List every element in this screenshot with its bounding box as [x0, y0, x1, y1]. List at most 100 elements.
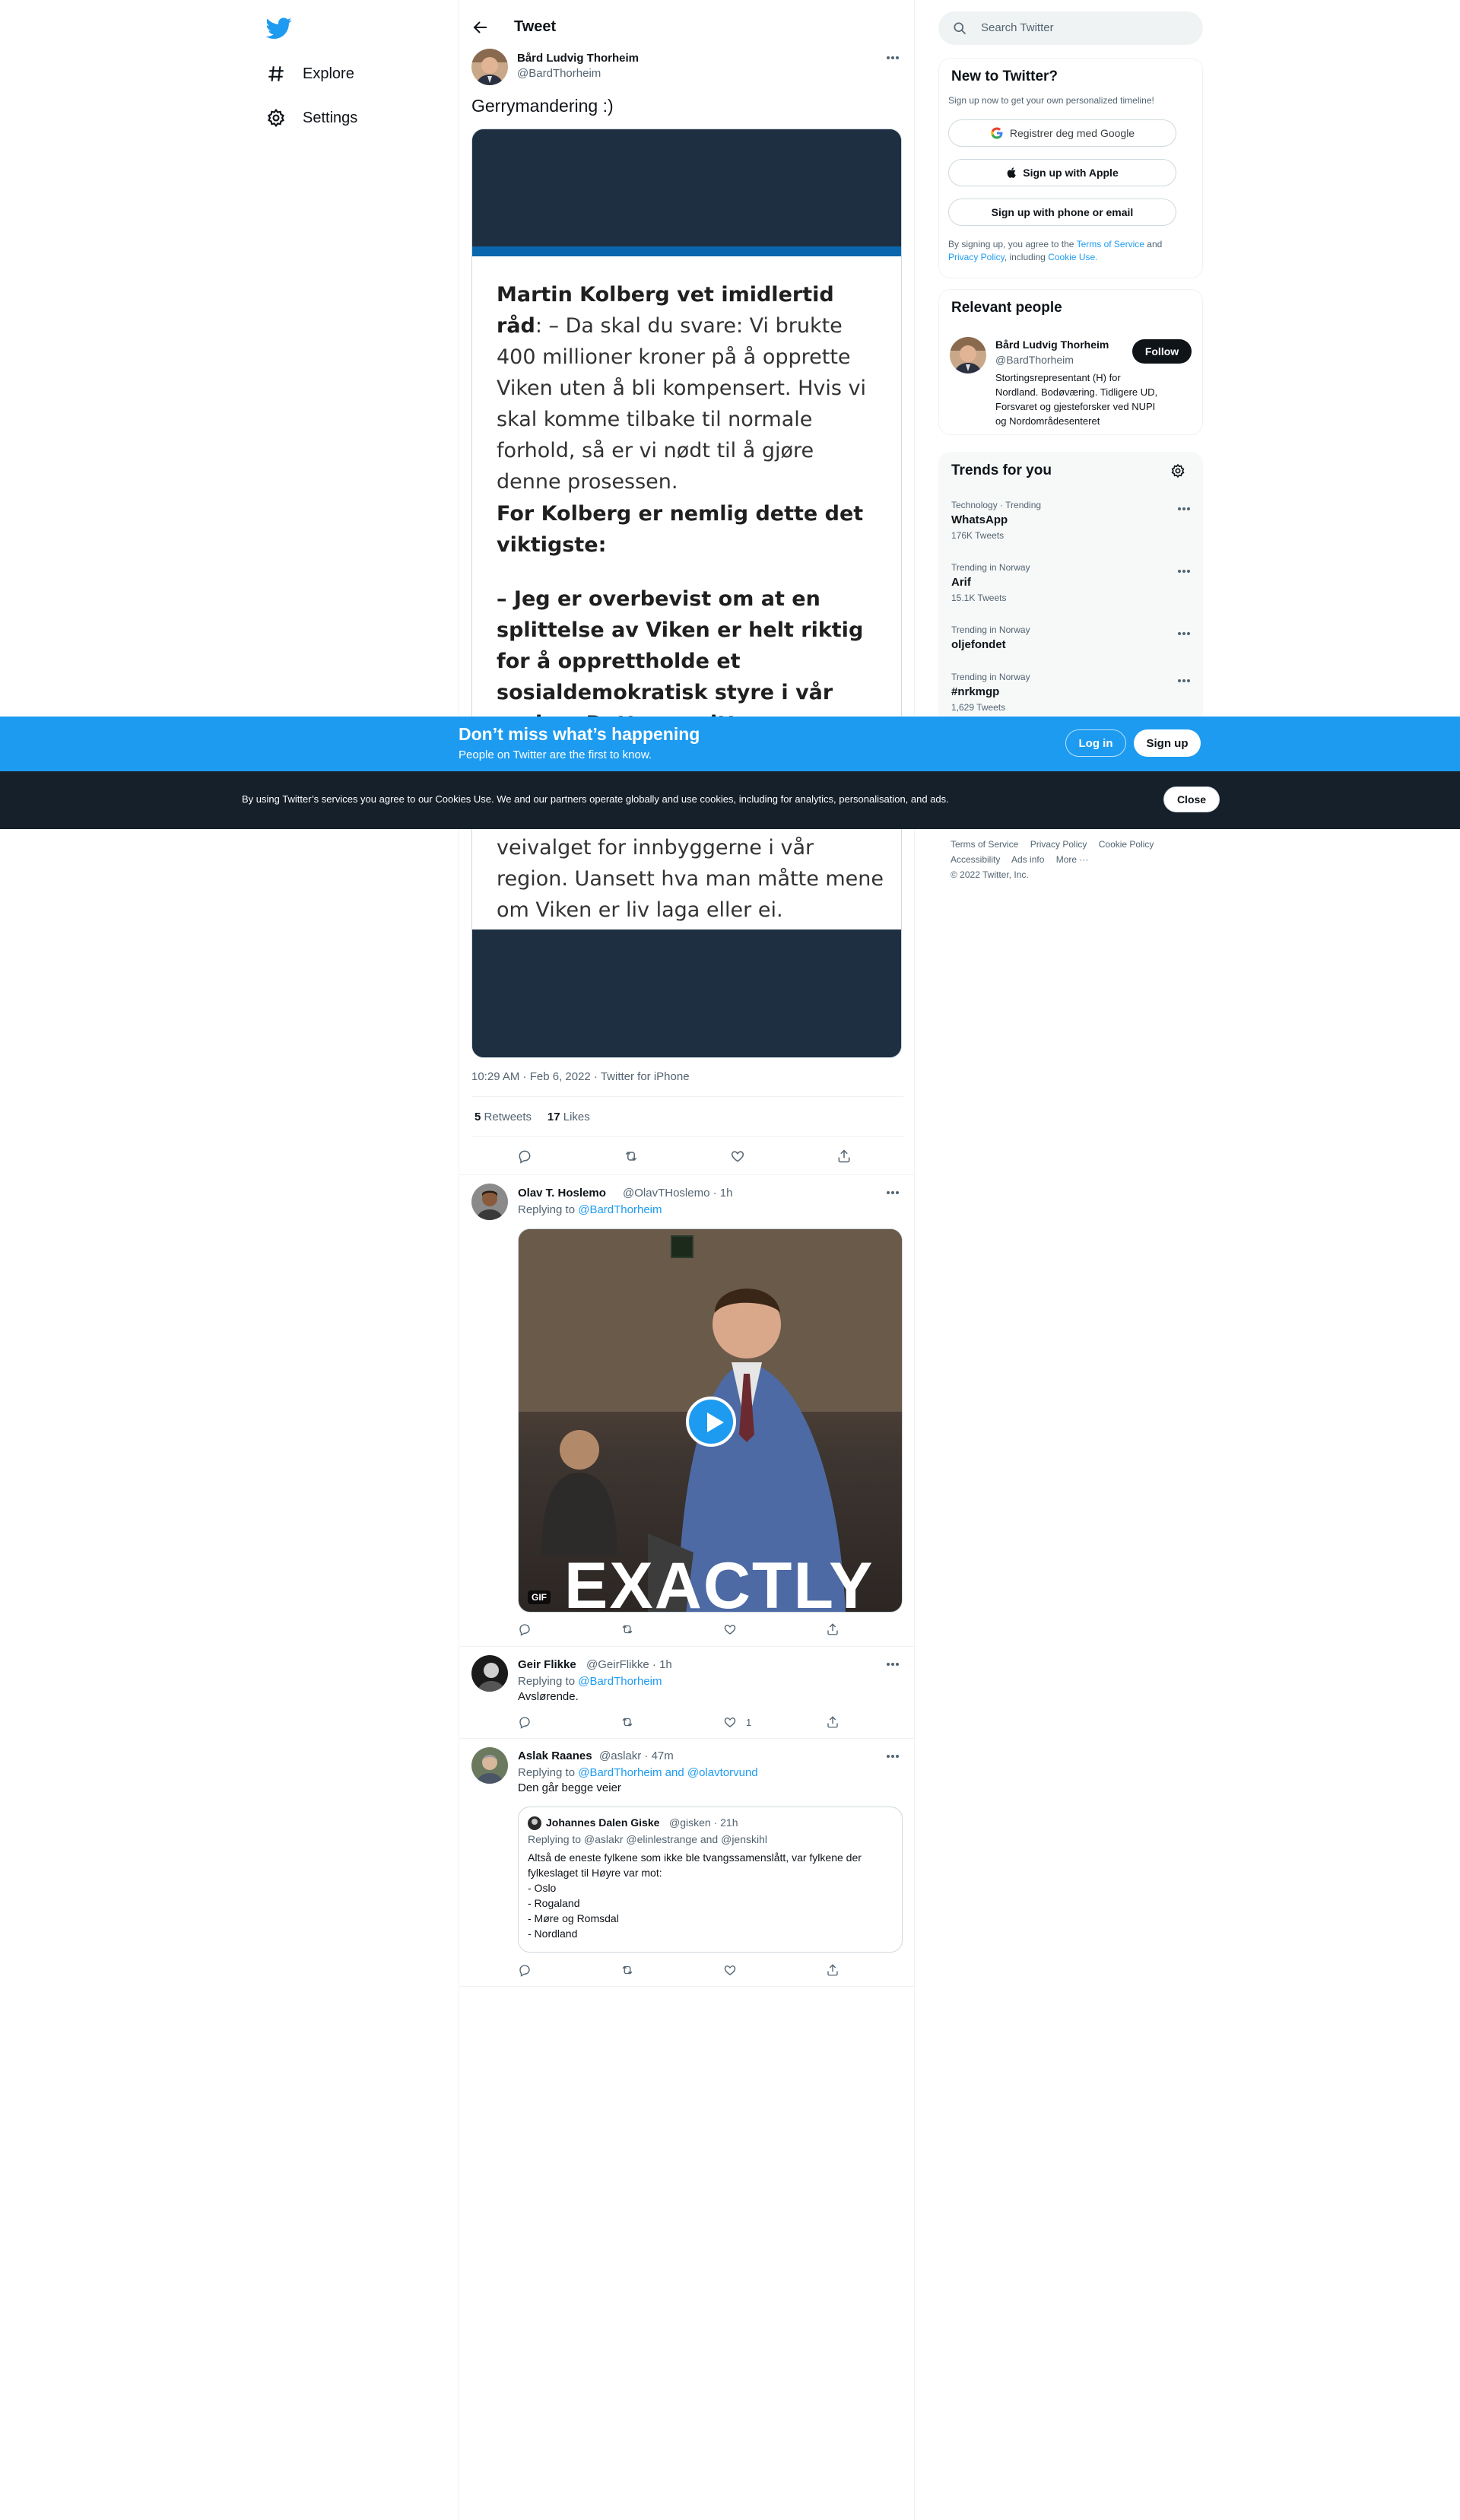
- phone-email-signup-button[interactable]: Sign up with phone or email: [948, 199, 1176, 226]
- nav-settings[interactable]: Settings: [266, 99, 357, 137]
- reply-avatar[interactable]: [471, 1747, 508, 1784]
- like-icon[interactable]: [730, 1147, 745, 1165]
- google-signup-button[interactable]: Registrer deg med Google: [948, 119, 1176, 147]
- footer-accessibility-link[interactable]: Accessibility: [951, 854, 1000, 865]
- nav-explore-label: Explore: [303, 65, 354, 82]
- author-name[interactable]: Bård Ludvig Thorheim: [517, 52, 639, 65]
- trend-category: Trending in Norway: [951, 672, 1030, 682]
- gif-badge: GIF: [528, 1590, 551, 1604]
- reply-icon[interactable]: [518, 1713, 532, 1731]
- reply-icon[interactable]: [518, 1620, 532, 1638]
- article-paragraph-2: For Kolberg er nemlig dette det viktigst…: [497, 502, 864, 557]
- trend-category: Trending in Norway: [951, 562, 1030, 573]
- author-handle[interactable]: @BardThorheim: [517, 67, 601, 80]
- search-input[interactable]: Search Twitter: [981, 21, 1054, 34]
- quote-author-name: Johannes Dalen Giske: [546, 1816, 660, 1829]
- privacy-link[interactable]: Privacy Policy: [948, 252, 1005, 262]
- like-icon[interactable]: [723, 1620, 737, 1638]
- footer-more-link[interactable]: More ···: [1056, 854, 1089, 865]
- quoted-tweet[interactable]: Johannes Dalen Giske @gisken · 21h Reply…: [518, 1807, 903, 1953]
- terms-notice: By signing up, you agree to the Terms of…: [948, 239, 1163, 262]
- article-paragraph-1: Martin Kolberg vet imidlertid råd: – Da …: [497, 283, 867, 494]
- share-icon[interactable]: [836, 1147, 852, 1165]
- quote-text-line: Altså de eneste fylkene som ikke ble tva…: [528, 1851, 862, 1864]
- share-icon[interactable]: [826, 1713, 840, 1731]
- search-box[interactable]: Search Twitter: [938, 11, 1203, 45]
- trend-count: 1,629 Tweets: [951, 702, 1006, 713]
- reply-gif[interactable]: EXACTLY GIF: [518, 1228, 903, 1613]
- page-title: Tweet: [514, 18, 557, 35]
- more-options-icon[interactable]: [1175, 624, 1193, 643]
- login-button[interactable]: Log in: [1065, 729, 1126, 757]
- relevant-person-handle[interactable]: @BardThorheim: [995, 354, 1074, 366]
- relevant-person-name[interactable]: Bård Ludvig Thorheim: [995, 338, 1109, 351]
- author-avatar[interactable]: [471, 49, 508, 85]
- follow-button[interactable]: Follow: [1132, 339, 1192, 364]
- reply-avatar[interactable]: [471, 1655, 508, 1692]
- apple-signup-button[interactable]: Sign up with Apple: [948, 159, 1176, 186]
- nav-settings-label: Settings: [303, 109, 358, 126]
- footer-privacy-link[interactable]: Privacy Policy: [1030, 839, 1087, 850]
- more-options-icon[interactable]: [884, 1655, 902, 1673]
- tweet-stats: 5 Retweets 17 Likes: [474, 1111, 590, 1123]
- more-options-icon[interactable]: [1175, 562, 1193, 580]
- relevant-person-avatar[interactable]: [950, 337, 986, 373]
- twitter-logo-icon[interactable]: [265, 15, 292, 41]
- quote-text-line: - Rogaland: [528, 1897, 580, 1909]
- retweet-icon[interactable]: [620, 1961, 634, 1979]
- quote-text-line: - Møre og Romsdal: [528, 1912, 619, 1924]
- reply-avatar[interactable]: [471, 1184, 508, 1220]
- replying-to-link[interactable]: @BardThorheim and @olavtorvund: [578, 1766, 757, 1779]
- reply-handle[interactable]: @OlavTHoslemo · 1h: [623, 1187, 732, 1200]
- signup-button[interactable]: Sign up: [1134, 729, 1201, 757]
- reply-author-name[interactable]: Aslak Raanes: [518, 1749, 592, 1762]
- nav-explore[interactable]: Explore: [266, 55, 354, 93]
- retweet-icon[interactable]: [620, 1713, 634, 1731]
- signup-banner-subtitle: People on Twitter are the first to know.: [459, 748, 652, 761]
- gear-icon[interactable]: [1170, 463, 1185, 478]
- divider: [471, 1136, 903, 1137]
- cookie-use-link[interactable]: Cookie Use.: [1048, 252, 1097, 262]
- reply-author-name[interactable]: Geir Flikke: [518, 1658, 576, 1671]
- quote-text-line: - Oslo: [528, 1882, 557, 1894]
- divider: [459, 1738, 916, 1739]
- share-icon[interactable]: [826, 1961, 840, 1979]
- back-arrow-icon[interactable]: [471, 18, 490, 37]
- image-accent-line: [472, 246, 901, 256]
- footer-ads-link[interactable]: Ads info: [1011, 854, 1044, 865]
- panel-title: Trends for you: [951, 462, 1052, 478]
- replying-to-link[interactable]: @BardThorheim: [578, 1675, 662, 1688]
- reply-handle[interactable]: @aslakr · 47m: [599, 1749, 674, 1762]
- share-icon[interactable]: [826, 1620, 840, 1638]
- footer-terms-link[interactable]: Terms of Service: [951, 839, 1018, 850]
- tweet-timestamp[interactable]: 10:29 AM · Feb 6, 2022 · Twitter for iPh…: [471, 1070, 690, 1083]
- more-options-icon[interactable]: [1175, 500, 1193, 518]
- retweet-icon[interactable]: [624, 1147, 639, 1165]
- reply-icon[interactable]: [518, 1961, 532, 1979]
- reply-text: Avslørende.: [518, 1690, 579, 1703]
- more-options-icon[interactable]: [1175, 672, 1193, 690]
- new-to-twitter-panel: New to Twitter? Sign up now to get your …: [938, 58, 1203, 278]
- more-options-icon[interactable]: [884, 49, 902, 67]
- trend-count: 176K Tweets: [951, 530, 1005, 541]
- more-options-icon[interactable]: [884, 1747, 902, 1765]
- more-options-icon[interactable]: [884, 1184, 902, 1202]
- like-icon[interactable]: 1: [723, 1713, 751, 1731]
- play-button-icon[interactable]: [686, 1397, 736, 1447]
- retweet-icon[interactable]: [620, 1620, 634, 1638]
- likes-stat[interactable]: 17 Likes: [548, 1111, 590, 1123]
- tweet-header: Tweet: [459, 0, 916, 55]
- trend-category: Technology · Trending: [951, 500, 1042, 510]
- like-icon[interactable]: [723, 1961, 737, 1979]
- replying-to-link[interactable]: @BardThorheim: [578, 1203, 662, 1216]
- terms-link[interactable]: Terms of Service: [1077, 239, 1144, 249]
- cookie-close-button[interactable]: Close: [1163, 787, 1220, 812]
- footer-cookie-link[interactable]: Cookie Policy: [1099, 839, 1154, 850]
- reply-handle[interactable]: @GeirFlikke · 1h: [586, 1658, 672, 1671]
- reply-author-name[interactable]: Olav T. Hoslemo: [518, 1187, 606, 1200]
- retweets-stat[interactable]: 5 Retweets: [474, 1111, 532, 1123]
- tweet-image[interactable]: Martin Kolberg vet imidlertid råd: – Da …: [471, 129, 902, 1058]
- trend-name: oljefondet: [951, 638, 1006, 651]
- copyright: © 2022 Twitter, Inc.: [951, 869, 1029, 880]
- reply-icon[interactable]: [517, 1147, 532, 1165]
